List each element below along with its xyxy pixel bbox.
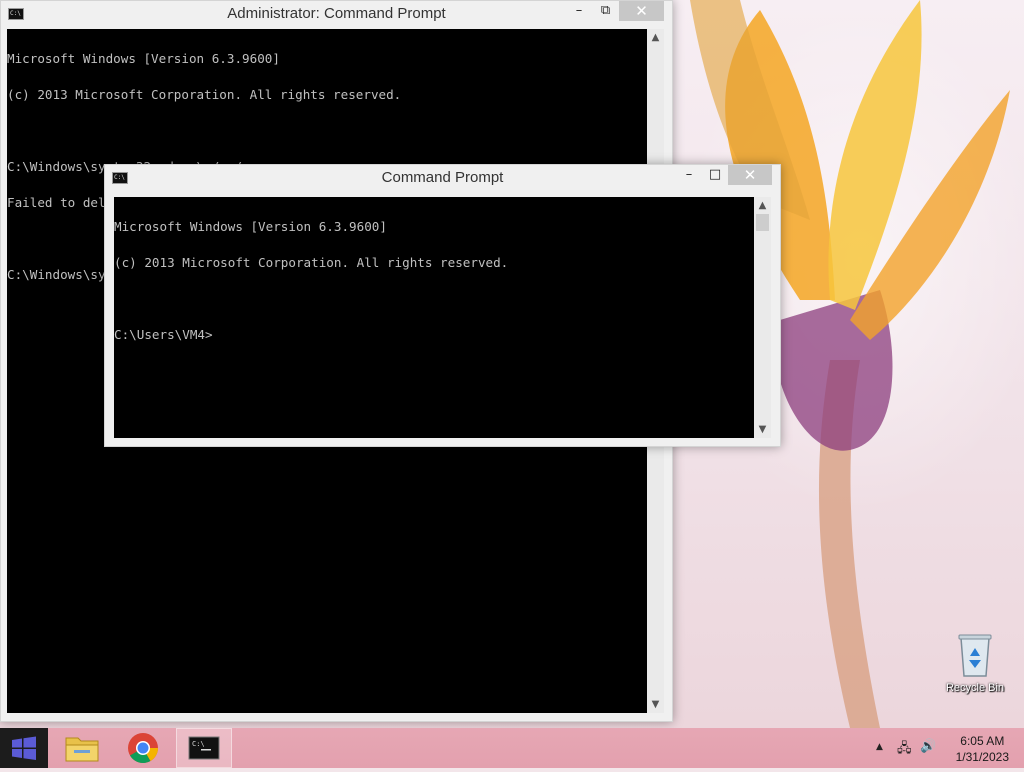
console-line: C:\Users\VM4> — [114, 327, 213, 342]
chrome-button[interactable] — [115, 728, 171, 768]
console-line: Microsoft Windows [Version 6.3.9600] — [114, 219, 387, 234]
clock-date: 1/31/2023 — [955, 750, 1009, 764]
user-command-prompt-window[interactable]: C:\ Command Prompt – □ ✕ Microsoft Windo… — [104, 164, 781, 447]
minimize-button[interactable]: – — [566, 1, 592, 21]
scroll-thumb[interactable] — [756, 214, 769, 231]
user-vertical-scrollbar[interactable]: ▲ ▼ — [754, 197, 771, 438]
maximize-button[interactable]: □ — [702, 165, 728, 185]
user-titlebar[interactable]: C:\ Command Prompt – □ ✕ — [105, 165, 780, 192]
file-explorer-icon — [65, 737, 99, 762]
svg-text:C:\: C:\ — [192, 740, 205, 748]
recycle-bin-label: Recycle Bin — [945, 682, 1005, 694]
command-prompt-taskbar-button[interactable]: C:\ — [176, 728, 232, 768]
clock[interactable]: 6:05 AM 1/31/2023 — [956, 733, 1009, 765]
console-line: (c) 2013 Microsoft Corporation. All righ… — [114, 255, 509, 270]
clock-time: 6:05 AM — [960, 734, 1005, 748]
command-prompt-icon: C:\ — [188, 736, 220, 760]
restore-button[interactable]: ⧉ — [592, 1, 619, 21]
scroll-up-arrow[interactable]: ▲ — [754, 197, 771, 214]
scroll-down-arrow[interactable]: ▼ — [754, 421, 771, 438]
scroll-down-arrow[interactable]: ▼ — [647, 696, 664, 713]
scroll-up-arrow[interactable]: ▲ — [647, 29, 664, 46]
file-explorer-button[interactable] — [54, 728, 110, 768]
start-button[interactable] — [0, 728, 48, 768]
minimize-button[interactable]: – — [676, 165, 702, 185]
show-hidden-icons-chevron[interactable]: ▲ — [876, 742, 883, 752]
chrome-icon — [128, 733, 158, 764]
volume-icon[interactable]: 🔊 — [920, 739, 936, 754]
recycle-bin-icon — [958, 634, 992, 677]
taskbar: C:\ ▲ 🖧 🔊 6:05 AM 1/31/2023 — [0, 728, 1024, 768]
network-icon[interactable]: 🖧 — [897, 739, 912, 761]
close-button[interactable]: ✕ — [728, 165, 772, 185]
user-console-output[interactable]: Microsoft Windows [Version 6.3.9600] (c)… — [114, 197, 754, 438]
close-button[interactable]: ✕ — [619, 1, 664, 21]
console-line: (c) 2013 Microsoft Corporation. All righ… — [7, 87, 402, 102]
recycle-bin[interactable]: Recycle Bin — [940, 630, 1010, 694]
windows-logo-icon — [12, 736, 36, 760]
admin-titlebar[interactable]: C:\ Administrator: Command Prompt – ⧉ ✕ — [1, 1, 672, 28]
console-line: Microsoft Windows [Version 6.3.9600] — [7, 51, 280, 66]
